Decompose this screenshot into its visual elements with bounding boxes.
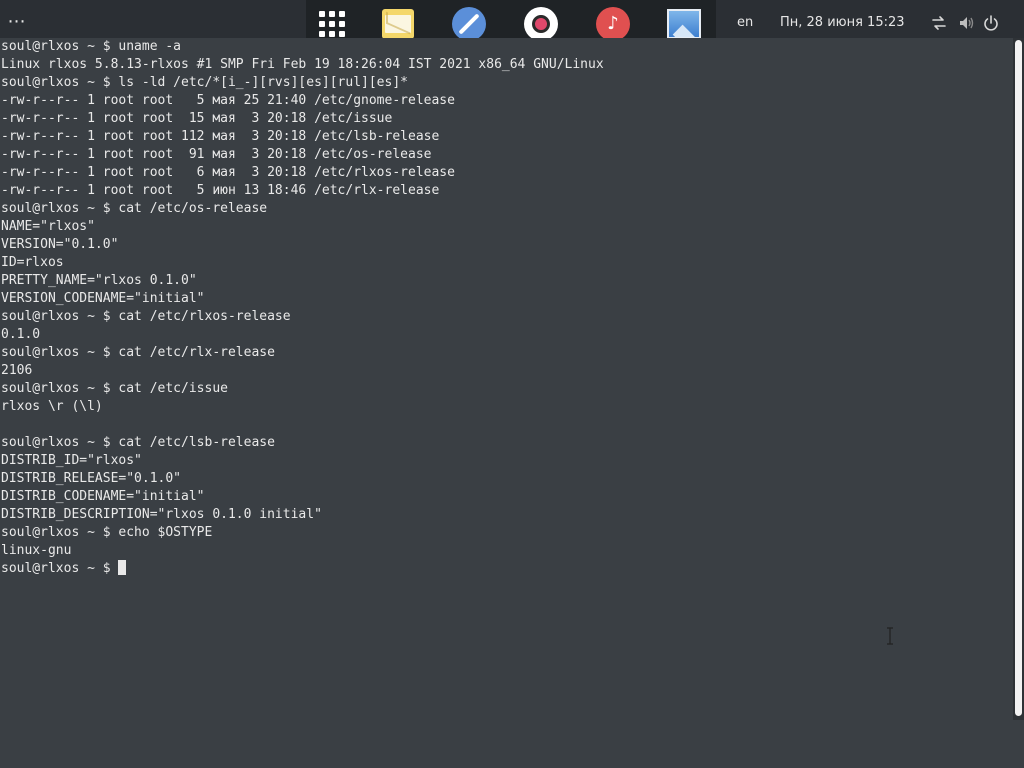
terminal-line: linux-gnu — [1, 543, 72, 558]
terminal-output: soul@rlxos ~ $ uname -a Linux rlxos 5.8.1… — [0, 38, 604, 578]
terminal-line: DISTRIB_ID="rlxos" — [1, 453, 142, 468]
terminal-line: -rw-r--r-- 1 root root 112 мая 3 20:18 /… — [1, 129, 440, 144]
network-icon[interactable] — [930, 14, 948, 32]
terminal-line: -rw-r--r-- 1 root root 91 мая 3 20:18 /e… — [1, 147, 432, 162]
terminal-line: -rw-r--r-- 1 root root 5 июн 13 18:46 /e… — [1, 183, 440, 198]
terminal-line: 2106 — [1, 363, 33, 378]
terminal-line: VERSION_CODENAME="initial" — [1, 291, 205, 306]
terminal-line: -rw-r--r-- 1 root root 5 мая 25 21:40 /e… — [1, 93, 455, 108]
camera-icon[interactable] — [523, 6, 559, 42]
terminal-prompt-line[interactable]: soul@rlxos ~ $ — [1, 560, 604, 578]
scrollbar[interactable] — [1013, 38, 1024, 720]
activities-menu-icon[interactable]: ⋯ — [6, 10, 28, 38]
terminal-line: soul@rlxos ~ $ echo $OSTYPE — [1, 525, 213, 540]
scrollbar-thumb[interactable] — [1015, 40, 1022, 716]
music-icon[interactable]: ♪ — [595, 6, 631, 42]
terminal-line: soul@rlxos ~ $ cat /etc/os-release — [1, 201, 268, 216]
keyboard-layout-indicator[interactable]: en — [737, 15, 753, 30]
terminal-line: NAME="rlxos" — [1, 219, 95, 234]
terminal-line: 0.1.0 — [1, 327, 41, 342]
terminal-line: -rw-r--r-- 1 root root 6 мая 3 20:18 /et… — [1, 165, 455, 180]
terminal-line: soul@rlxos ~ $ cat /etc/rlx-release — [1, 345, 275, 360]
terminal-line: Linux rlxos 5.8.13-rlxos #1 SMP Fri Feb … — [1, 57, 604, 72]
web-browser-icon[interactable] — [451, 6, 487, 42]
terminal-line: DISTRIB_DESCRIPTION="rlxos 0.1.0 initial… — [1, 507, 322, 522]
mail-icon[interactable] — [380, 6, 416, 42]
terminal-line: soul@rlxos ~ $ ls -ld /etc/*[i_-][rvs][e… — [1, 75, 408, 90]
terminal-area[interactable]: soul@rlxos ~ $ uname -a Linux rlxos 5.8.1… — [0, 38, 1013, 720]
text-cursor — [118, 560, 127, 575]
terminal-line: soul@rlxos ~ $ uname -a — [1, 39, 182, 54]
terminal-line: DISTRIB_RELEASE="0.1.0" — [1, 471, 182, 486]
clock[interactable]: Пн, 28 июня 15:23 — [780, 15, 905, 30]
text-cursor-icon — [887, 627, 893, 645]
terminal-line: soul@rlxos ~ $ cat /etc/lsb-release — [1, 435, 275, 450]
terminal-line: ID=rlxos — [1, 255, 64, 270]
image-viewer-icon[interactable] — [666, 6, 702, 42]
terminal-prompt: soul@rlxos ~ $ — [1, 561, 119, 576]
terminal-line: PRETTY_NAME="rlxos 0.1.0" — [1, 273, 197, 288]
power-icon[interactable] — [982, 14, 1000, 32]
terminal-line: DISTRIB_CODENAME="initial" — [1, 489, 205, 504]
music-note-glyph: ♪ — [596, 7, 630, 41]
app-grid-icon[interactable] — [314, 6, 350, 42]
terminal-line: rlxos \r (\l) — [1, 399, 103, 414]
volume-icon[interactable] — [958, 14, 976, 32]
terminal-line: -rw-r--r-- 1 root root 15 мая 3 20:18 /e… — [1, 111, 393, 126]
terminal-line: VERSION="0.1.0" — [1, 237, 119, 252]
terminal-line: soul@rlxos ~ $ cat /etc/rlxos-release — [1, 309, 291, 324]
terminal-line: soul@rlxos ~ $ cat /etc/issue — [1, 381, 228, 396]
